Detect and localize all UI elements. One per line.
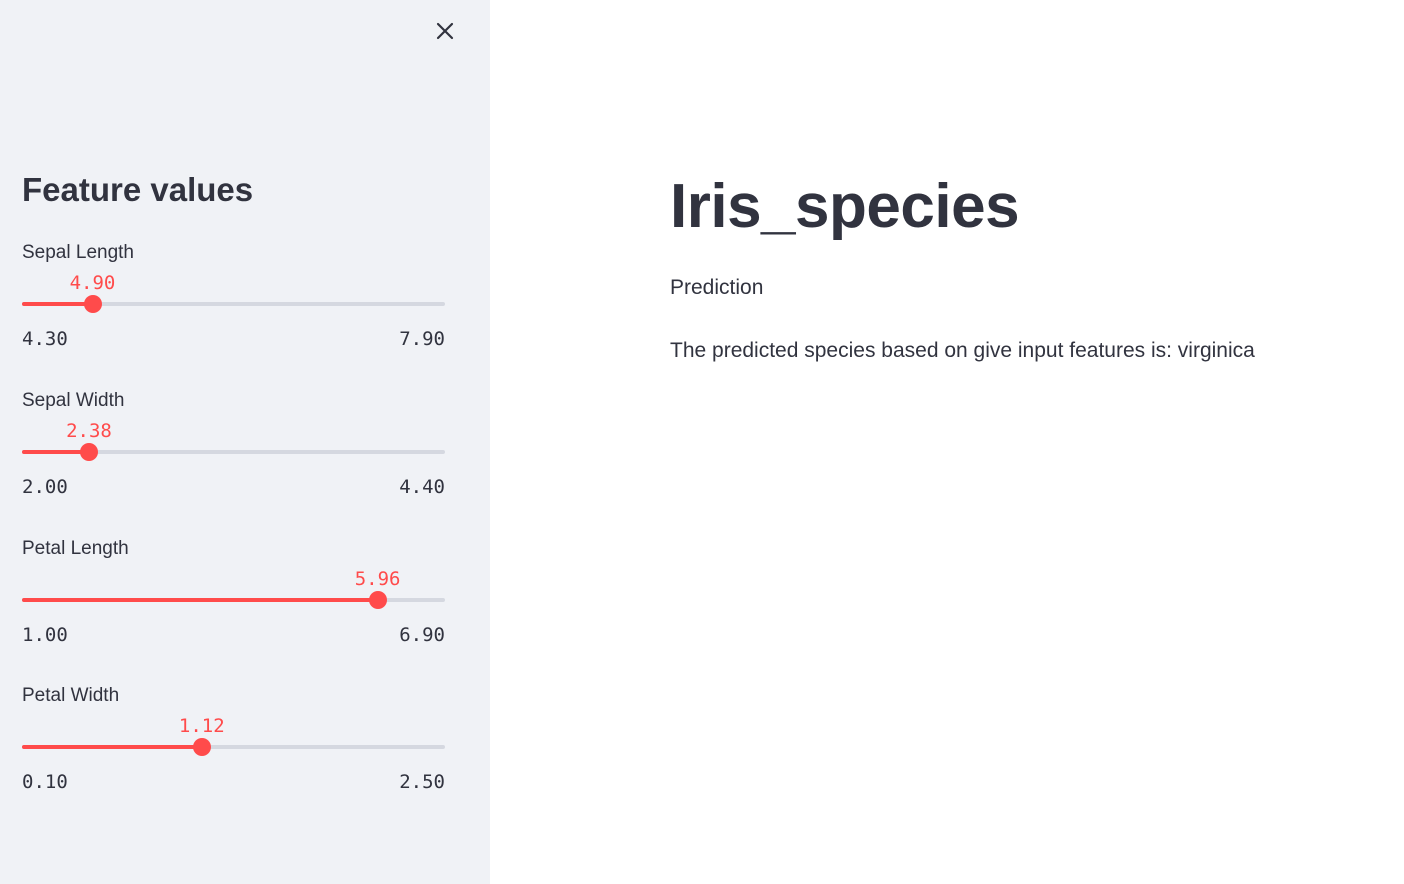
sidebar: Feature values Sepal Length 4.90 4.30 7.…	[0, 0, 490, 884]
slider-label: Sepal Width	[22, 390, 125, 411]
slider-fill	[22, 450, 89, 454]
slider-fill	[22, 302, 93, 306]
slider-thumb[interactable]	[79, 443, 98, 461]
slider-petal-length: Petal Length 5.96 1.00 6.90	[22, 537, 445, 652]
close-icon	[436, 22, 454, 40]
slider-min-value: 4.30	[22, 328, 68, 350]
app: Feature values Sepal Length 4.90 4.30 7.…	[0, 0, 1404, 884]
slider-label: Petal Length	[22, 538, 129, 559]
slider-min-value: 2.00	[22, 476, 68, 498]
sidebar-title: Feature values	[22, 171, 254, 208]
slider-min-value: 1.00	[22, 624, 68, 646]
prediction-result: The predicted species based on give inpu…	[670, 339, 1255, 362]
close-sidebar-button[interactable]	[432, 18, 458, 44]
slider-sepal-length: Sepal Length 4.90 4.30 7.90	[22, 241, 445, 356]
slider-value: 2.38	[66, 420, 112, 442]
slider-petal-width: Petal Width 1.12 0.10 2.50	[22, 684, 445, 799]
slider-max-value: 4.40	[399, 476, 445, 498]
slider-sepal-width: Sepal Width 2.38 2.00 4.40	[22, 389, 445, 504]
slider-thumb[interactable]	[368, 591, 387, 609]
page-title: Iris_species	[670, 172, 1020, 241]
slider-value: 4.90	[69, 272, 116, 294]
slider-fill	[22, 598, 378, 602]
slider-label: Petal Width	[22, 685, 120, 706]
slider-thumb[interactable]	[192, 738, 211, 756]
slider-max-value: 6.90	[399, 624, 445, 646]
slider-value: 1.12	[178, 715, 225, 737]
slider-max-value: 2.50	[399, 771, 445, 793]
slider-label: Sepal Length	[22, 242, 134, 263]
slider-max-value: 7.90	[399, 328, 445, 350]
prediction-subtitle: Prediction	[670, 276, 764, 299]
slider-fill	[22, 745, 202, 749]
slider-track[interactable]	[22, 591, 445, 609]
slider-track[interactable]	[22, 443, 445, 461]
slider-value: 5.96	[354, 568, 401, 590]
slider-thumb[interactable]	[83, 295, 102, 313]
slider-min-value: 0.10	[22, 771, 68, 793]
slider-track[interactable]	[22, 295, 445, 313]
slider-track[interactable]	[22, 738, 445, 756]
